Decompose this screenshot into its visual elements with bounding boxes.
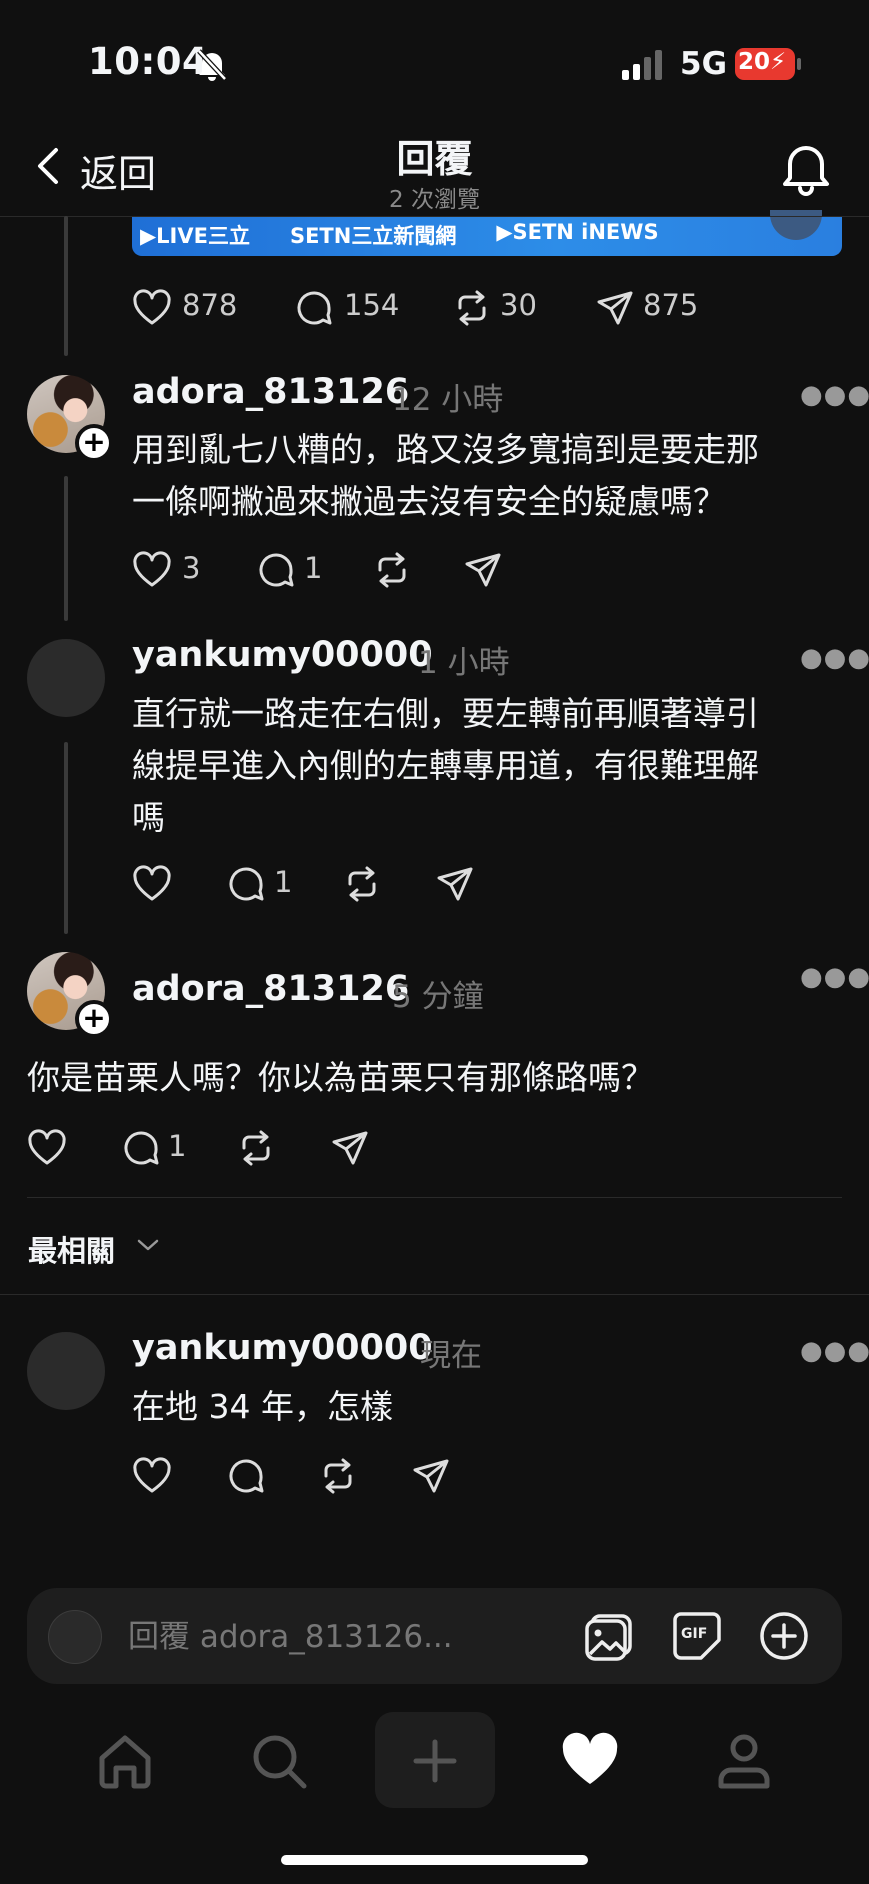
comment-icon[interactable] [226,864,266,904]
reply-text: 用到亂七八糟的，路又沒多寬搞到是要走那 一條啊撇過來撇過去沒有安全的疑慮嗎？ [132,424,759,528]
reply-count: 1 [274,865,293,899]
signal-icon [622,50,662,80]
image-icon[interactable] [583,1610,635,1662]
send-icon[interactable] [595,288,635,328]
timestamp: 12 小時 [392,382,504,418]
gif-icon[interactable]: GIF [671,1610,723,1662]
plus-icon [413,1739,457,1783]
repost-count: 30 [500,288,537,322]
page-title: 回覆 [396,137,473,181]
username[interactable]: yankumy00000 [132,635,433,675]
username[interactable]: yankumy00000 [132,1328,433,1368]
section-divider [0,1294,869,1295]
repost-icon[interactable] [342,864,382,904]
view-count: 2 次瀏覽 [389,187,480,213]
reply-count: 154 [344,288,400,322]
comment-icon[interactable] [256,550,296,590]
repost-icon[interactable] [236,1128,276,1168]
sort-dropdown[interactable]: 最相關 [28,1228,115,1270]
reply-count: 1 [168,1129,187,1163]
reply-text: 直行就一路走在右側，要左轉前再順著導引 線提早進入內側的左轉專用道，有很難理解 … [132,688,759,844]
thread-line [64,742,68,934]
comment-icon[interactable] [121,1128,161,1168]
reply-text-line: 線提早進入內側的左轉專用道，有很難理解 [132,746,759,785]
reply-text-line: 你是苗栗人嗎？你以為苗栗只有那條路嗎？ [27,1058,654,1097]
repost-icon[interactable] [372,550,412,590]
repost-icon[interactable] [452,288,492,328]
plus-circle-icon[interactable] [758,1610,810,1662]
more-icon[interactable]: ●●● [800,962,869,992]
heart-filled-icon[interactable] [559,1730,621,1792]
svg-text:GIF: GIF [681,1626,707,1642]
bell-slash-icon [197,49,227,81]
more-icon[interactable]: ●●● [800,643,869,673]
thread-line [64,476,68,621]
send-icon[interactable] [435,864,475,904]
heart-icon[interactable] [132,550,172,590]
home-icon[interactable] [94,1730,156,1792]
bell-icon[interactable] [780,140,832,196]
more-icon[interactable]: ●●● [800,1336,869,1366]
reply-text: 你是苗栗人嗎？你以為苗栗只有那條路嗎？ [27,1052,654,1104]
thread-line [64,216,68,356]
comment-icon[interactable] [294,288,334,328]
banner-item: ▶SETN iNEWS [496,220,659,244]
like-count: 878 [182,288,238,322]
home-indicator [281,1855,588,1865]
heart-icon[interactable] [27,1128,67,1168]
follow-plus-icon[interactable]: + [75,424,113,462]
send-icon[interactable] [411,1456,451,1496]
timestamp: 現在 [420,1338,482,1374]
comment-icon[interactable] [226,1456,266,1496]
timestamp: 5 分鐘 [392,979,484,1015]
follow-plus-icon[interactable]: + [75,1000,113,1038]
battery-level: 20⚡ [738,49,787,75]
chevron-down-icon[interactable] [136,1235,160,1255]
heart-icon[interactable] [132,288,172,328]
battery-nub [797,58,801,70]
banner-item: SETN三立新聞網 [289,224,457,248]
reply-text: 在地 34 年，怎樣 [132,1381,393,1433]
reply-text-line: 在地 34 年，怎樣 [132,1387,393,1426]
like-count: 3 [182,551,201,585]
repost-icon[interactable] [318,1456,358,1496]
username[interactable]: adora_813126 [132,969,409,1009]
status-time: 10:04 [88,40,209,83]
send-icon[interactable] [330,1128,370,1168]
section-divider [27,1197,842,1198]
reply-text-line: 嗎 [132,798,165,837]
profile-icon[interactable] [713,1730,775,1792]
banner-labels: ▶LIVE三立 SETN三立新聞網 ▶SETN iNEWS [140,220,700,250]
avatar[interactable] [27,1332,105,1410]
avatar[interactable] [27,639,105,717]
reply-count: 1 [304,551,323,585]
username[interactable]: adora_813126 [132,372,409,412]
avatar [48,1610,102,1664]
reply-text-line: 直行就一路走在右側，要左轉前再順著導引 [132,694,759,733]
share-count: 875 [643,288,699,322]
network-label: 5G [680,46,728,82]
search-icon[interactable] [248,1730,310,1792]
reply-text-line: 用到亂七八糟的，路又沒多寬搞到是要走那 [132,430,759,469]
reply-text-line: 一條啊撇過來撇過去沒有安全的疑慮嗎？ [132,482,726,521]
send-icon[interactable] [463,550,503,590]
timestamp: 1 小時 [418,645,510,681]
heart-icon[interactable] [132,1456,172,1496]
heart-icon[interactable] [132,864,172,904]
header-divider [0,216,869,217]
reply-input[interactable] [128,1614,568,1660]
more-icon[interactable]: ●●● [800,380,869,410]
banner-item: ▶LIVE三立 [140,224,250,248]
